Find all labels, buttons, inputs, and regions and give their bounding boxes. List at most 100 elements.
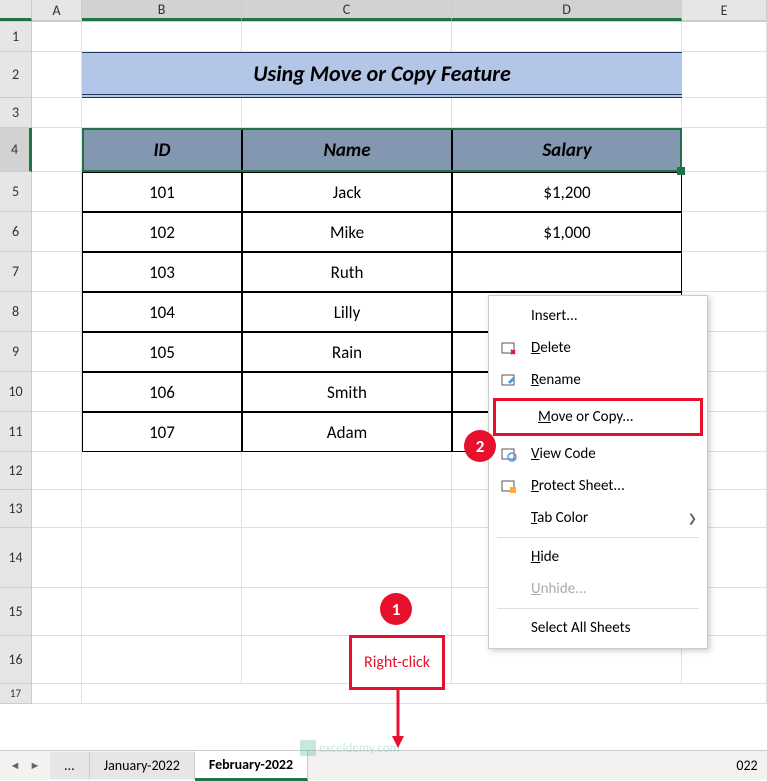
header-id[interactable]: ID <box>82 128 242 172</box>
cell[interactable] <box>32 22 82 52</box>
cell-name[interactable]: Mike <box>242 212 452 252</box>
cell[interactable] <box>682 128 767 172</box>
cell[interactable] <box>682 22 767 52</box>
sheet-tab-ellipsis[interactable]: ... <box>50 752 90 779</box>
row-header-9[interactable]: 9 <box>0 332 32 372</box>
col-header-d[interactable]: D <box>452 0 682 21</box>
cell[interactable] <box>452 98 682 128</box>
cell-id[interactable]: 105 <box>82 332 242 372</box>
cell-salary[interactable] <box>452 252 682 292</box>
row-header-1[interactable]: 1 <box>0 22 32 52</box>
cell[interactable] <box>242 98 452 128</box>
col-header-e[interactable]: E <box>682 0 767 21</box>
cell[interactable] <box>682 52 767 98</box>
cell-salary[interactable]: $1,200 <box>452 172 682 212</box>
col-header-a[interactable]: A <box>32 0 82 21</box>
cell-id[interactable]: 107 <box>82 412 242 452</box>
cell[interactable] <box>682 98 767 128</box>
cell-name[interactable]: Rain <box>242 332 452 372</box>
cell-id[interactable]: 101 <box>82 172 242 212</box>
row-header-5[interactable]: 5 <box>0 172 32 212</box>
cell-name[interactable]: Ruth <box>242 252 452 292</box>
cell[interactable] <box>32 292 82 332</box>
cell[interactable] <box>32 252 82 292</box>
cell[interactable] <box>32 588 82 636</box>
header-name[interactable]: Name <box>242 128 452 172</box>
cell[interactable] <box>32 172 82 212</box>
menu-insert[interactable]: Insert... <box>489 300 707 332</box>
cell-salary[interactable]: $1,000 <box>452 212 682 252</box>
select-all-corner[interactable] <box>0 0 32 21</box>
cell[interactable] <box>32 212 82 252</box>
cell[interactable] <box>32 372 82 412</box>
menu-select-all[interactable]: Select All Sheets <box>489 612 707 644</box>
cell-id[interactable]: 102 <box>82 212 242 252</box>
menu-move-copy[interactable]: Move or Copy... <box>493 398 703 436</box>
row-header-10[interactable]: 10 <box>0 372 32 412</box>
menu-hide[interactable]: Hide <box>489 541 707 573</box>
cell[interactable] <box>82 528 242 588</box>
row-header-4[interactable]: 4 <box>0 128 32 172</box>
cell[interactable] <box>682 252 767 292</box>
cell-id[interactable]: 103 <box>82 252 242 292</box>
tab-nav-prev[interactable]: ◄ <box>6 757 24 775</box>
row-header-3[interactable]: 3 <box>0 98 32 128</box>
row-header-6[interactable]: 6 <box>0 212 32 252</box>
cell[interactable] <box>32 412 82 452</box>
cell[interactable] <box>32 452 82 490</box>
row-header-16[interactable]: 16 <box>0 636 32 684</box>
cell[interactable] <box>82 636 242 684</box>
menu-view-code[interactable]: View Code <box>489 438 707 470</box>
cell-id[interactable]: 104 <box>82 292 242 332</box>
cell-name[interactable]: Jack <box>242 172 452 212</box>
col-header-b[interactable]: B <box>82 0 242 21</box>
cell[interactable] <box>242 490 452 528</box>
cell[interactable] <box>682 172 767 212</box>
cell[interactable] <box>452 22 682 52</box>
cell[interactable] <box>32 128 82 172</box>
row-header-12[interactable]: 12 <box>0 452 32 490</box>
fill-handle[interactable] <box>677 167 685 175</box>
cell[interactable] <box>32 636 82 684</box>
header-salary[interactable]: Salary <box>452 128 682 172</box>
cell[interactable] <box>242 528 452 588</box>
row-header-8[interactable]: 8 <box>0 292 32 332</box>
tab-nav-next[interactable]: ► <box>26 757 44 775</box>
cell-name[interactable]: Lilly <box>242 292 452 332</box>
cell[interactable] <box>242 588 452 636</box>
cell[interactable] <box>32 332 82 372</box>
cell[interactable] <box>32 98 82 128</box>
sheet-tab-january[interactable]: January-2022 <box>90 752 195 779</box>
menu-protect[interactable]: Protect Sheet... <box>489 470 707 502</box>
row-header-2[interactable]: 2 <box>0 52 32 98</box>
cell[interactable] <box>82 588 242 636</box>
menu-label: Rename <box>531 371 697 389</box>
cell[interactable] <box>82 98 242 128</box>
cell[interactable] <box>82 452 242 490</box>
sheet-tab-february[interactable]: February-2022 <box>195 751 308 781</box>
cell-id[interactable]: 106 <box>82 372 242 412</box>
cell[interactable] <box>32 528 82 588</box>
menu-rename[interactable]: Rename <box>489 364 707 396</box>
row-header-14[interactable]: 14 <box>0 528 32 588</box>
title-cell[interactable]: Using Move or Copy Feature <box>82 52 682 98</box>
row-header-17[interactable]: 17 <box>0 684 32 704</box>
cell[interactable] <box>32 490 82 528</box>
row-header-13[interactable]: 13 <box>0 490 32 528</box>
cell[interactable] <box>82 22 242 52</box>
cell[interactable] <box>682 212 767 252</box>
chevron-right-icon: ❯ <box>688 512 697 525</box>
row-header-15[interactable]: 15 <box>0 588 32 636</box>
cell-name[interactable]: Smith <box>242 372 452 412</box>
cell[interactable] <box>82 490 242 528</box>
row-header-7[interactable]: 7 <box>0 252 32 292</box>
cell-name[interactable]: Adam <box>242 412 452 452</box>
cell[interactable] <box>242 22 452 52</box>
cell[interactable] <box>242 452 452 490</box>
menu-tab-color[interactable]: Tab Color❯ <box>489 502 707 534</box>
row-header-11[interactable]: 11 <box>0 412 32 452</box>
cell[interactable] <box>32 52 82 98</box>
menu-delete[interactable]: Delete <box>489 332 707 364</box>
col-header-c[interactable]: C <box>242 0 452 21</box>
annotation-right-click-box: Right-click <box>349 635 445 690</box>
